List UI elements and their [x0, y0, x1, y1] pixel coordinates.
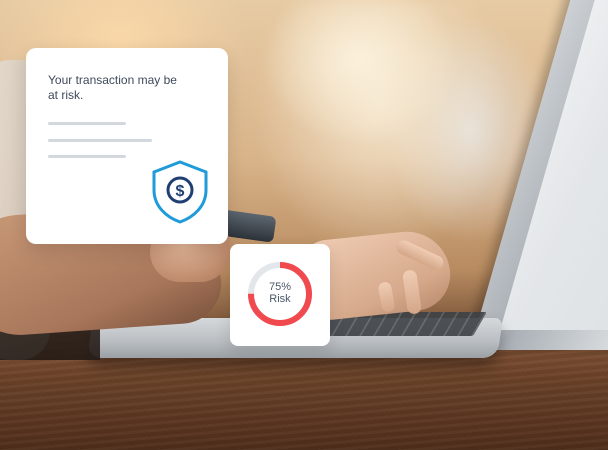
risk-percent: 75% [268, 281, 292, 293]
placeholder-line [48, 155, 126, 158]
transaction-alert-card: Your transaction may be at risk. $ [26, 48, 228, 244]
alert-message: Your transaction may be at risk. [48, 73, 177, 102]
placeholder-line [48, 139, 152, 142]
risk-score-card: 75% Risk [230, 244, 330, 346]
shield-dollar-icon: $ [151, 160, 209, 224]
placeholder-line [48, 122, 126, 125]
risk-label: 75% Risk [245, 281, 315, 305]
background-blur [250, 0, 510, 260]
svg-text:$: $ [176, 183, 185, 200]
risk-word: Risk [269, 293, 291, 305]
